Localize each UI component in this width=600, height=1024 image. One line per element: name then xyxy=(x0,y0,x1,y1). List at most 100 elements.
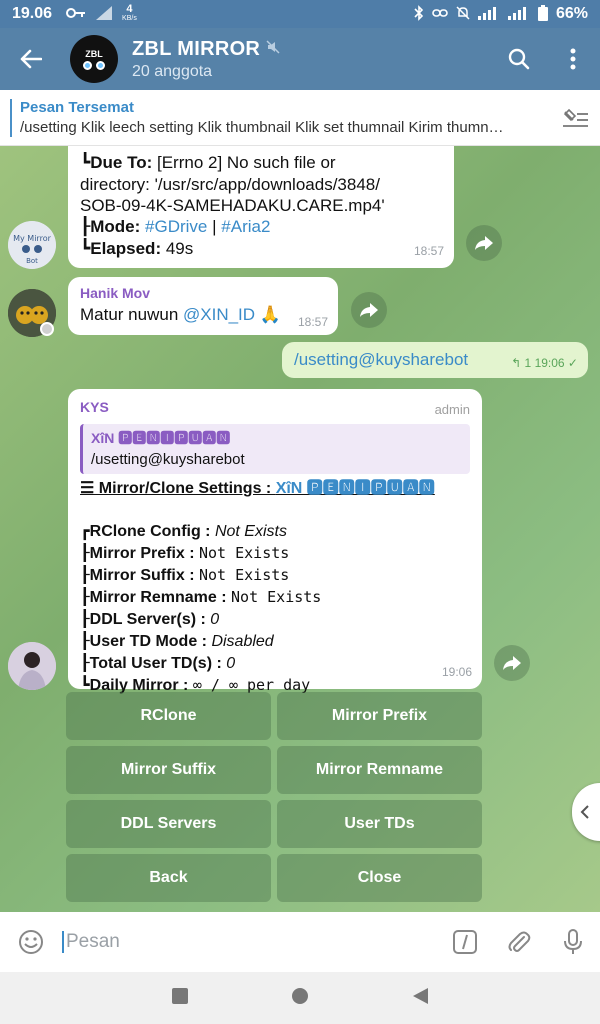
message-meta: ↰ 1 19:06 ✓ xyxy=(511,356,578,370)
cell-signal-icon-1 xyxy=(477,6,500,23)
settings-row: ┠User TD Mode : Disabled xyxy=(80,631,274,650)
kbd-rclone-button[interactable]: RClone xyxy=(66,692,271,740)
title-block[interactable]: ZBL MIRROR 20 anggota xyxy=(132,38,492,81)
settings-key: DDL Server(s) : xyxy=(89,611,211,628)
recents-button[interactable] xyxy=(171,987,189,1010)
message-input-bar: Pesan xyxy=(0,912,600,972)
back-button[interactable] xyxy=(0,28,62,90)
settings-value: 0 xyxy=(210,611,220,628)
microphone-icon xyxy=(564,929,582,954)
settings-row: ┠Mirror Remname : Not Exists xyxy=(80,587,322,606)
message-outgoing-command[interactable]: /usetting@kuysharebot ↰ 1 19:06 ✓ xyxy=(282,342,588,378)
settings-key: Mirror Prefix : xyxy=(89,545,199,562)
message-input[interactable]: Pesan xyxy=(62,931,438,953)
message-status-error[interactable]: ┗Due To: [Errno 2] No such file or direc… xyxy=(68,146,454,268)
sender-name[interactable]: KYS xyxy=(80,397,470,418)
message-settings[interactable]: KYS admin XîN 🅿🅴🅽🅸🅿🆄🅰🅽 /usetting@kuyshar… xyxy=(68,389,482,694)
kbd-ddl-servers-button[interactable]: DDL Servers xyxy=(66,800,271,848)
kbd-user-tds-button[interactable]: User TDs xyxy=(277,800,482,848)
settings-value: Not Exists xyxy=(214,523,287,540)
avatar-bot[interactable]: My Mirror Bot xyxy=(8,221,56,269)
status-time: 19.06 xyxy=(12,5,53,22)
kbd-mirror-remname-button[interactable]: Mirror Remname xyxy=(277,746,482,794)
square-icon xyxy=(172,987,188,1004)
kbd-close-button[interactable]: Close xyxy=(277,854,482,902)
search-icon xyxy=(508,48,530,70)
settings-key: RClone Config : xyxy=(89,523,215,540)
chat-area[interactable]: My Mirror Bot ┗Due To: [Errno 2] No such … xyxy=(0,146,600,912)
chat-header: ZBL ZBL MIRROR 20 anggota xyxy=(0,28,600,90)
battery-icon xyxy=(537,4,548,24)
kbd-mirror-suffix-button[interactable]: Mirror Suffix xyxy=(66,746,271,794)
triangle-back-icon xyxy=(413,987,428,1004)
net-speed: 4 KB/s xyxy=(122,3,137,23)
pinned-title: Pesan Tersemat xyxy=(20,99,134,116)
bot-commands-button[interactable] xyxy=(438,929,492,955)
bot-command[interactable]: /usetting@kuysharebot xyxy=(294,350,468,369)
pinned-list-button[interactable] xyxy=(550,108,600,128)
forward-button[interactable] xyxy=(351,292,387,328)
message-time: 18:57 xyxy=(297,315,328,329)
settings-row: ┠Mirror Prefix : Not Exists xyxy=(80,543,290,562)
admin-badge: admin xyxy=(434,402,470,417)
member-count: 20 anggota xyxy=(132,62,213,80)
home-button[interactable] xyxy=(291,987,309,1010)
slash-command-icon xyxy=(453,930,477,954)
link-icon xyxy=(432,7,448,21)
settings-key: Total User TD(s) : xyxy=(89,655,227,672)
forward-button[interactable] xyxy=(494,645,530,681)
arrow-left-icon xyxy=(20,49,42,69)
system-nav-bar xyxy=(0,972,600,1024)
signal-icon xyxy=(96,5,113,23)
group-avatar[interactable]: ZBL xyxy=(70,35,118,83)
paperclip-icon xyxy=(508,931,531,952)
online-dot xyxy=(40,322,54,336)
settings-value: Disabled xyxy=(211,633,274,650)
pin-off-icon xyxy=(563,108,588,127)
settings-key: User TD Mode : xyxy=(89,633,212,650)
battery-level: 66% xyxy=(555,5,588,22)
side-expand-tab[interactable] xyxy=(572,783,600,841)
emoji-button[interactable] xyxy=(0,929,62,955)
kbd-back-button[interactable]: Back xyxy=(66,854,271,902)
pinned-message[interactable]: Pesan Tersemat /usetting Klik leech sett… xyxy=(0,90,600,146)
settings-row: ┠DDL Server(s) : 0 xyxy=(80,609,220,628)
search-button[interactable] xyxy=(492,28,546,90)
svg-text:My Mirror: My Mirror xyxy=(13,234,51,243)
voice-button[interactable] xyxy=(546,928,600,956)
message-hanik[interactable]: Hanik Mov Matur nuwun @XIN_ID 🙏 18:57 xyxy=(68,277,338,335)
settings-key: Mirror Remname : xyxy=(89,589,232,606)
system-back-button[interactable] xyxy=(411,987,429,1010)
avatar-kys[interactable] xyxy=(8,642,56,690)
chat-title: ZBL MIRROR xyxy=(132,37,261,60)
settings-row: ┏RClone Config : Not Exists xyxy=(80,521,287,540)
settings-value: Not Exists xyxy=(231,588,322,606)
vpn-key-icon xyxy=(66,7,86,22)
settings-value: Not Exists xyxy=(198,566,290,584)
bluetooth-icon xyxy=(414,4,424,24)
settings-value: 0 xyxy=(226,655,236,672)
circle-icon xyxy=(292,987,308,1004)
settings-list: ┏RClone Config : Not Exists ┠Mirror Prefi… xyxy=(80,520,470,696)
attach-button[interactable] xyxy=(492,929,546,955)
sender-name[interactable]: Hanik Mov xyxy=(80,285,326,301)
hashtag-aria2[interactable]: #Aria2 xyxy=(221,217,270,236)
settings-title: ☰ Mirror/Clone Settings : XîN 🅿🅴🅽🅸🅿🆄🅰🅽 xyxy=(80,480,435,497)
reply-quote[interactable]: XîN 🅿🅴🅽🅸🅿🆄🅰🅽 /usetting@kuysharebot xyxy=(80,424,470,474)
message-placeholder: Pesan xyxy=(66,931,120,952)
mention-xin[interactable]: @XIN_ID xyxy=(183,305,255,324)
kbd-mirror-prefix-button[interactable]: Mirror Prefix xyxy=(277,692,482,740)
message-time: 18:57 xyxy=(413,244,444,258)
settings-key: Mirror Suffix : xyxy=(89,567,199,584)
svg-text:Bot: Bot xyxy=(26,257,38,265)
forward-button[interactable] xyxy=(466,225,502,261)
mute-icon xyxy=(456,5,470,23)
settings-value: Not Exists xyxy=(199,544,290,562)
settings-mention[interactable]: XîN 🅿🅴🅽🅸🅿🆄🅰🅽 xyxy=(276,480,435,497)
more-vertical-icon xyxy=(570,48,576,70)
chevron-left-icon xyxy=(580,805,589,819)
more-menu-button[interactable] xyxy=(546,28,600,90)
forward-icon xyxy=(360,303,378,317)
forward-icon xyxy=(503,656,521,670)
hashtag-gdrive[interactable]: #GDrive xyxy=(145,217,207,236)
